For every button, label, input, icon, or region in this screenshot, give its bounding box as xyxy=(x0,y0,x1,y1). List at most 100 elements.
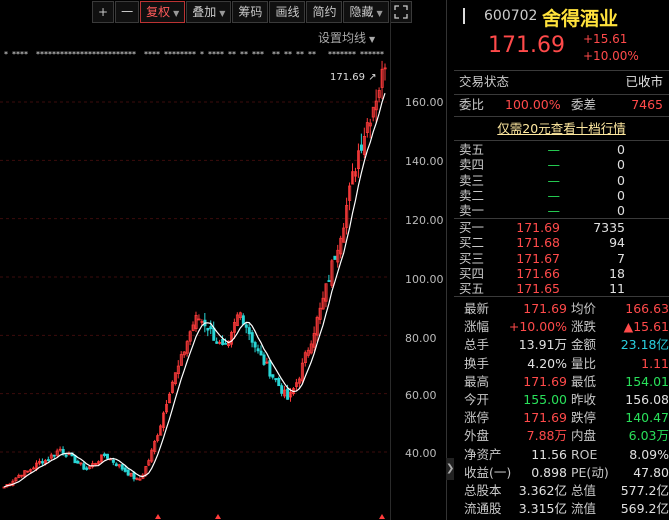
candle-body xyxy=(61,449,65,454)
candle-body xyxy=(333,255,337,260)
weicha-label: 委差 xyxy=(571,97,597,112)
trade-status-row: 交易状态 已收市 xyxy=(459,73,665,91)
quote-label: 总股本 xyxy=(464,483,502,498)
quote-label: 量比 xyxy=(571,355,597,371)
bid-level-label: 买四 xyxy=(459,265,485,281)
quote-value: 569.2亿 xyxy=(620,501,669,517)
kline-chart-panel[interactable]: + 一 复权 ▼ 叠加 ▼ 筹码 画线 简约 隐藏 ▼ 设置均线 ▼ * * * * * * * * *… xyxy=(0,0,445,520)
ask-price: — xyxy=(547,172,561,188)
quote-value: 7.88万 xyxy=(526,428,567,444)
quote-value: 577.2亿 xyxy=(620,483,669,498)
divider xyxy=(454,296,669,297)
candle-body xyxy=(262,354,266,365)
trade-status-value: 已收市 xyxy=(625,74,663,89)
last-price: 171.69 xyxy=(488,33,565,58)
quote-panel: 600702 舍得酒业 171.69 +15.61 +10.00% 交易状态 已… xyxy=(454,0,669,520)
weibi-row: 委比 100.00% 委差 7465 xyxy=(459,96,665,114)
bid-volume: 94 xyxy=(609,235,625,251)
ask-price: — xyxy=(547,187,561,203)
quote-label: 总值 xyxy=(571,483,597,498)
candle-body xyxy=(126,469,130,476)
y-tick-label: 40.00 xyxy=(405,447,437,460)
y-tick-label: 140.00 xyxy=(405,155,444,168)
quote-value: 155.00 xyxy=(523,392,567,407)
candle-body xyxy=(247,327,251,335)
bid-row: 买一 171.69 7335 xyxy=(454,220,669,235)
panel-divider xyxy=(446,0,447,520)
ask-level-label: 卖二 xyxy=(459,187,485,203)
quote-row: 总手 13.91万 金额 23.18亿 xyxy=(459,336,669,354)
candle-body xyxy=(250,332,254,343)
bid-volume: 18 xyxy=(609,265,625,281)
quote-label: 金额 xyxy=(571,337,597,353)
quote-value: ▲15.61 xyxy=(623,319,669,335)
collapse-panel-icon[interactable]: ❯ xyxy=(446,458,454,480)
candle-body xyxy=(120,464,124,470)
divider xyxy=(454,140,669,141)
candle-body xyxy=(224,342,228,345)
candle-body xyxy=(268,360,272,377)
price-change: +15.61 xyxy=(583,32,628,46)
candle-body xyxy=(76,460,80,464)
candle-body xyxy=(64,454,68,457)
ask-price: — xyxy=(547,203,561,219)
expand-icon[interactable] xyxy=(389,1,412,23)
quote-value: +10.00% xyxy=(508,319,567,335)
bid-level-label: 买五 xyxy=(459,281,485,297)
candle-body xyxy=(215,341,219,344)
quote-row: 涨幅 +10.00% 涨跌 ▲15.61 xyxy=(459,318,669,336)
quote-value: 154.01 xyxy=(625,373,669,389)
y-tick-label: 100.00 xyxy=(405,273,444,286)
quote-label: 总手 xyxy=(464,337,490,353)
quote-value: 11.56 xyxy=(531,446,567,462)
full-depth-link[interactable]: 仅需20元查看十档行情 xyxy=(454,118,669,137)
ask-volume: 0 xyxy=(617,203,625,219)
quote-value: 4.20% xyxy=(527,355,567,371)
ask-volume: 0 xyxy=(617,142,625,157)
quote-label: 流值 xyxy=(571,501,597,517)
quote-label: 外盘 xyxy=(464,428,490,444)
quote-value: 6.03万 xyxy=(628,428,669,444)
menu-bars-icon[interactable] xyxy=(460,8,470,24)
quote-value: 171.69 xyxy=(523,301,567,316)
candle-body xyxy=(132,472,136,480)
bid-row: 买三 171.67 7 xyxy=(454,251,669,266)
bid-row: 买五 171.65 11 xyxy=(454,281,669,296)
quote-label: 内盘 xyxy=(571,428,597,444)
candle-body xyxy=(271,374,275,378)
ask-price: — xyxy=(547,157,561,173)
bid-price: 171.68 xyxy=(516,235,560,251)
candle-body xyxy=(46,459,50,462)
quote-row: 换手 4.20% 量比 1.11 xyxy=(459,355,669,373)
quote-value: 171.69 xyxy=(523,410,567,426)
candle-body xyxy=(221,338,225,345)
bid-row: 买四 171.66 18 xyxy=(454,266,669,281)
candle-body xyxy=(103,453,107,456)
candle-body xyxy=(123,467,127,472)
ask-volume: 0 xyxy=(617,187,625,203)
candle-body xyxy=(256,348,260,352)
stock-name: 舍得酒业 xyxy=(542,8,619,30)
candle-body xyxy=(114,463,118,467)
high-price-value: 171.69 xyxy=(330,72,365,83)
quote-value: 156.08 xyxy=(625,392,669,407)
quote-label: ROE xyxy=(571,446,598,462)
quote-row: 最高 171.69 最低 154.01 xyxy=(459,373,669,391)
quote-label: 跌停 xyxy=(571,410,597,426)
event-marker-icon xyxy=(379,514,385,519)
candle-body xyxy=(259,350,263,356)
candle-body xyxy=(82,463,86,470)
quote-label: 昨收 xyxy=(571,392,597,407)
quote-label: 最低 xyxy=(571,373,597,389)
quote-label: 涨幅 xyxy=(464,319,490,335)
candle-body xyxy=(73,455,77,464)
quote-label: 涨跌 xyxy=(571,319,597,335)
stock-code: 600702 xyxy=(484,8,538,24)
quote-value: 47.80 xyxy=(633,464,669,480)
quote-label: 涨停 xyxy=(464,410,490,426)
quote-label: 净资产 xyxy=(464,446,502,462)
candle-body xyxy=(241,315,245,325)
ask-row: 卖四 — 0 xyxy=(454,157,669,172)
quote-label: 最新 xyxy=(464,301,490,316)
candle-body xyxy=(327,280,331,282)
